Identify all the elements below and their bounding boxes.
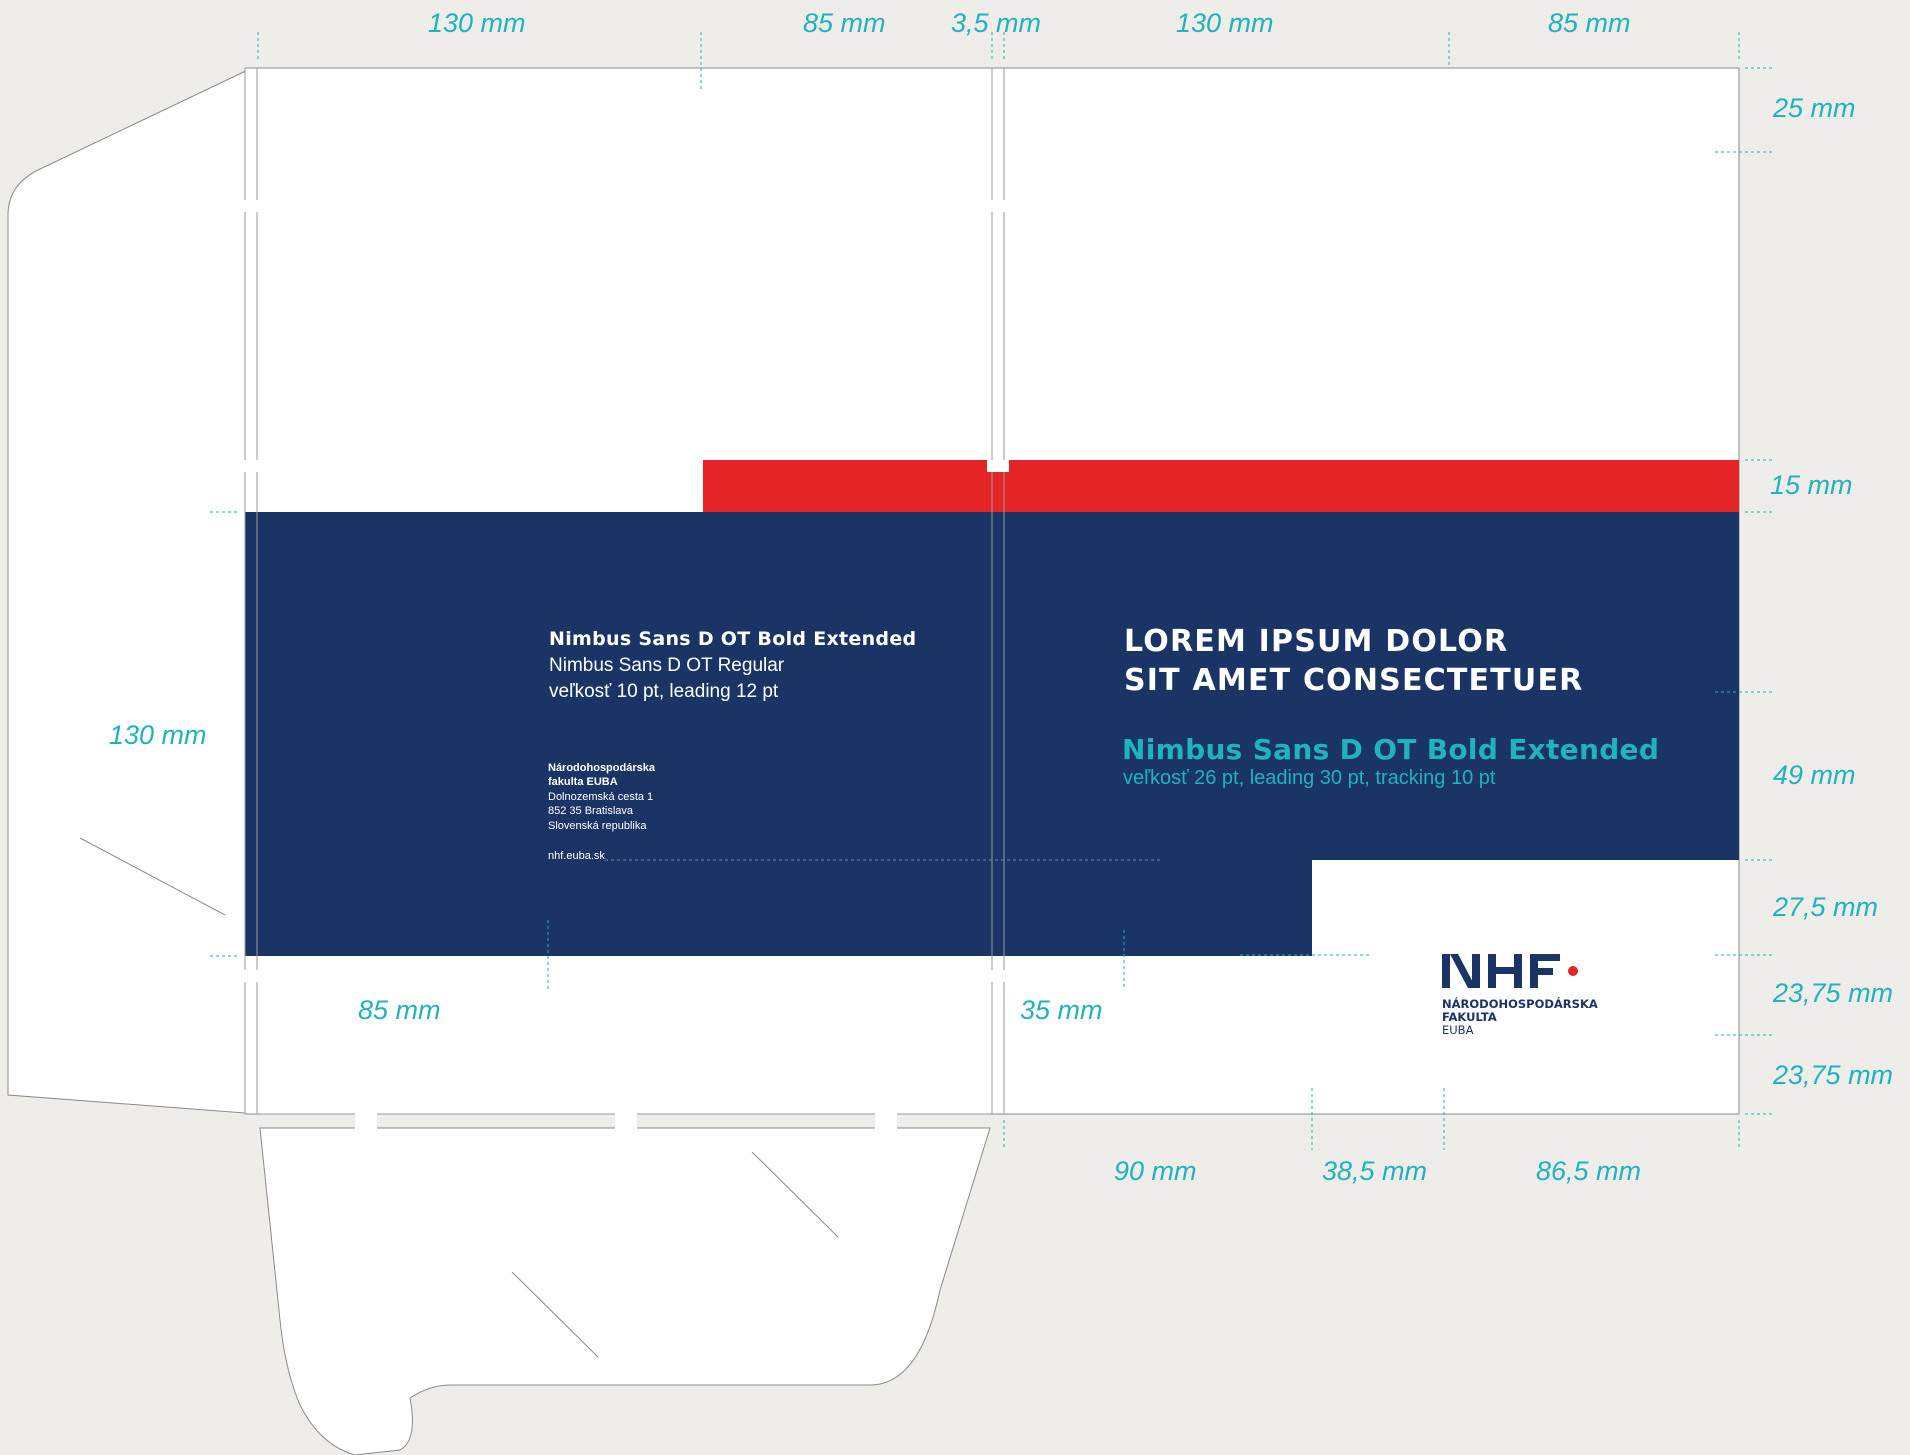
dim-left: 130 mm xyxy=(109,720,207,750)
dim-top-4: 130 mm xyxy=(1176,8,1274,38)
address-name-line2: fakulta EUBA xyxy=(548,776,618,788)
dim-bottom-1: 90 mm xyxy=(1114,1156,1197,1186)
left-flap xyxy=(7,67,253,1114)
dim-right-6: 23,75 mm xyxy=(1773,1060,1894,1090)
headline-line1: LOREM IPSUM DOLOR xyxy=(1124,624,1509,659)
dim-right-2: 15 mm xyxy=(1770,470,1853,500)
logo-text-line1: NÁRODOHOSPODÁRSKA xyxy=(1442,997,1598,1011)
dim-top-2: 85 mm xyxy=(803,8,886,38)
dim-right-3: 49 mm xyxy=(1773,760,1856,790)
headline-line2: SIT AMET CONSECTETUER xyxy=(1124,663,1584,698)
dim-right-4: 27,5 mm xyxy=(1773,892,1879,922)
bottom-pocket-flap xyxy=(259,1127,991,1455)
spec-left-title: Nimbus Sans D OT Bold Extended xyxy=(549,628,917,650)
dim-right-5: 23,75 mm xyxy=(1773,978,1894,1008)
red-band xyxy=(703,460,1739,512)
logo-text-line2: FAKULTA xyxy=(1442,1010,1497,1024)
logo-text-line3: EUBA xyxy=(1442,1023,1474,1037)
address-street: Dolnozemská cesta 1 xyxy=(548,791,654,803)
dim-top-1: 130 mm xyxy=(428,8,526,38)
dim-bottom-3: 86,5 mm xyxy=(1536,1156,1642,1186)
dim-top-5: 85 mm xyxy=(1548,8,1631,38)
spec-right-title: Nimbus Sans D OT Bold Extended xyxy=(1122,733,1660,766)
dim-inner-1: 85 mm xyxy=(358,995,441,1025)
spec-left-line2: Nimbus Sans D OT Regular xyxy=(549,655,785,676)
dim-top-3: 3,5 mm xyxy=(951,8,1042,38)
folder-dieline xyxy=(7,32,1775,1455)
dim-inner-2: 35 mm xyxy=(1020,995,1103,1025)
address-country: Slovenská republika xyxy=(548,820,647,832)
spec-left-line3: veľkosť 10 pt, leading 12 pt xyxy=(549,681,779,702)
address-city: 852 35 Bratislava xyxy=(548,805,633,817)
address-web: nhf.euba.sk xyxy=(548,850,605,862)
spec-right-subtitle: veľkosť 26 pt, leading 30 pt, tracking 1… xyxy=(1123,767,1496,789)
dim-right-1: 25 mm xyxy=(1773,93,1856,123)
dim-bottom-2: 38,5 mm xyxy=(1322,1156,1428,1186)
address-name-line1: Národohospodárska xyxy=(548,762,655,774)
nhf-logo: NÁRODOHOSPODÁRSKA FAKULTA EUBA xyxy=(1442,952,1622,1042)
nhf-logo-mark-icon xyxy=(1442,954,1578,988)
